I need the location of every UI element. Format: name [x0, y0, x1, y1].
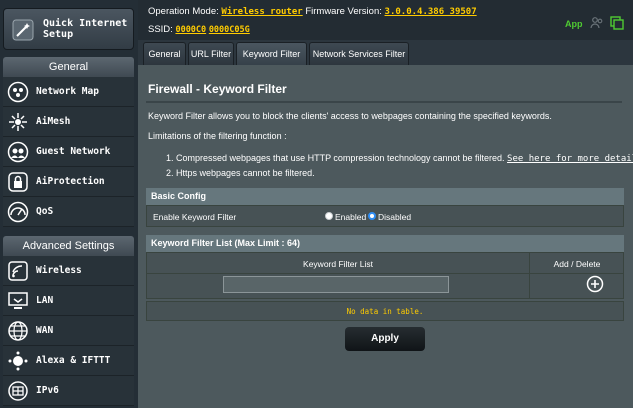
main-panel: Firewall - Keyword Filter Keyword Filter…	[138, 65, 633, 408]
wifi-icon	[8, 261, 28, 281]
sidebar-item-label: Alexa & IFTTT	[36, 355, 111, 366]
tab-bar: General URL Filter Keyword Filter Networ…	[138, 40, 633, 65]
description-text: Keyword Filter allows you to block the c…	[148, 111, 552, 121]
radio-enabled[interactable]	[325, 212, 333, 220]
enable-keyword-filter-row: Enable Keyword Filter Enabled Disabled	[146, 205, 624, 227]
keyword-input[interactable]	[223, 276, 449, 293]
column-header-keyword-list: Keyword Filter List	[303, 259, 373, 269]
firmware-label: Firmware Version:	[305, 6, 382, 17]
ssid-line: SSID: 0000C0 0000C05G	[148, 24, 250, 35]
users-icon[interactable]	[590, 16, 604, 30]
sidebar-item-aimesh[interactable]: AiMesh	[3, 107, 134, 137]
firmware-version-link[interactable]: 3.0.0.4.386_39507	[385, 7, 477, 17]
operation-mode-link[interactable]: Wireless router	[221, 7, 302, 17]
sidebar-item-label: Wireless	[36, 265, 82, 276]
lock-icon	[8, 172, 28, 192]
sidebar-item-label: AiMesh	[36, 116, 71, 127]
globe-icon	[8, 321, 28, 341]
monitor-icon	[8, 292, 28, 309]
keyword-list-column-header-row: Keyword Filter List Add / Delete	[146, 252, 624, 274]
sidebar-item-network-map[interactable]: Network Map	[3, 77, 134, 107]
sidebar-item-label: AiProtection	[36, 176, 105, 187]
radio-disabled-label: Disabled	[378, 212, 412, 222]
radio-disabled[interactable]	[368, 212, 376, 220]
limitation-item-2: 2. Https webpages cannot be filtered.	[166, 168, 315, 178]
guest-network-icon	[7, 141, 29, 163]
app-link[interactable]: App	[565, 19, 583, 29]
quick-internet-setup-label: Quick Internet Setup	[43, 18, 128, 40]
page-title: Firewall - Keyword Filter	[148, 82, 287, 96]
sidebar-item-wireless[interactable]: Wireless	[3, 256, 134, 286]
sidebar-item-label: QoS	[36, 206, 54, 217]
sidebar-item-aiprotection[interactable]: AiProtection	[3, 167, 134, 197]
top-banner: Operation Mode: Wireless router Firmware…	[138, 0, 633, 40]
usb-icon[interactable]	[610, 16, 624, 30]
sidebar: Quick Internet Setup General Network Map…	[0, 0, 138, 408]
sidebar-item-guest-network[interactable]: Guest Network	[3, 137, 134, 167]
speedometer-icon	[7, 201, 29, 223]
column-header-add-delete: Add / Delete	[553, 259, 601, 269]
tab-network-services-filter[interactable]: Network Services Filter	[309, 42, 409, 65]
sidebar-item-alexa-ifttt[interactable]: Alexa & IFTTT	[3, 346, 134, 376]
add-keyword-button[interactable]	[586, 275, 604, 293]
sidebar-item-label: IPv6	[36, 385, 59, 396]
quick-internet-setup-button[interactable]: Quick Internet Setup	[3, 8, 134, 50]
operation-mode-line: Operation Mode: Wireless router Firmware…	[148, 6, 477, 17]
sidebar-item-qos[interactable]: QoS	[3, 197, 134, 227]
tab-general[interactable]: General	[143, 42, 186, 65]
column-divider	[529, 274, 530, 298]
sidebar-item-lan[interactable]: LAN	[3, 286, 134, 316]
general-section-header: General	[3, 57, 134, 77]
basic-config-header: Basic Config	[146, 188, 624, 205]
limitations-intro: Limitations of the filtering function :	[148, 131, 287, 141]
keyword-list-header: Keyword Filter List (Max Limit : 64)	[146, 235, 624, 252]
ssid-2g-link[interactable]: 0000C0	[175, 25, 206, 35]
ssid-label: SSID:	[148, 24, 173, 35]
advanced-settings-header: Advanced Settings	[3, 236, 134, 256]
magic-wand-icon	[12, 19, 34, 41]
sidebar-item-label: Guest Network	[36, 146, 111, 157]
tab-url-filter[interactable]: URL Filter	[188, 42, 234, 65]
sidebar-item-label: LAN	[36, 295, 54, 306]
sidebar-item-label: Network Map	[36, 86, 99, 97]
operation-mode-label: Operation Mode:	[148, 6, 219, 17]
alexa-icon	[8, 351, 28, 371]
see-details-link[interactable]: See here for more details.	[507, 154, 633, 164]
sidebar-item-label: WAN	[36, 325, 54, 336]
ssid-5g-link[interactable]: 0000C05G	[209, 25, 250, 35]
radio-enabled-label: Enabled	[335, 212, 367, 222]
tab-keyword-filter[interactable]: Keyword Filter	[236, 42, 307, 65]
limitation-item-1: 1. Compressed webpages that use HTTP com…	[166, 153, 633, 164]
enable-keyword-filter-label: Enable Keyword Filter	[153, 212, 237, 222]
title-divider	[146, 101, 622, 103]
sidebar-item-wan[interactable]: WAN	[3, 316, 134, 346]
aimesh-icon	[9, 113, 27, 131]
apply-button[interactable]: Apply	[345, 327, 425, 351]
no-data-message: No data in table.	[146, 301, 624, 321]
ipv6-icon	[8, 381, 28, 401]
network-map-icon	[7, 81, 29, 103]
sidebar-item-ipv6[interactable]: IPv6	[3, 376, 134, 406]
limitation-1-text: 1. Compressed webpages that use HTTP com…	[166, 153, 505, 163]
